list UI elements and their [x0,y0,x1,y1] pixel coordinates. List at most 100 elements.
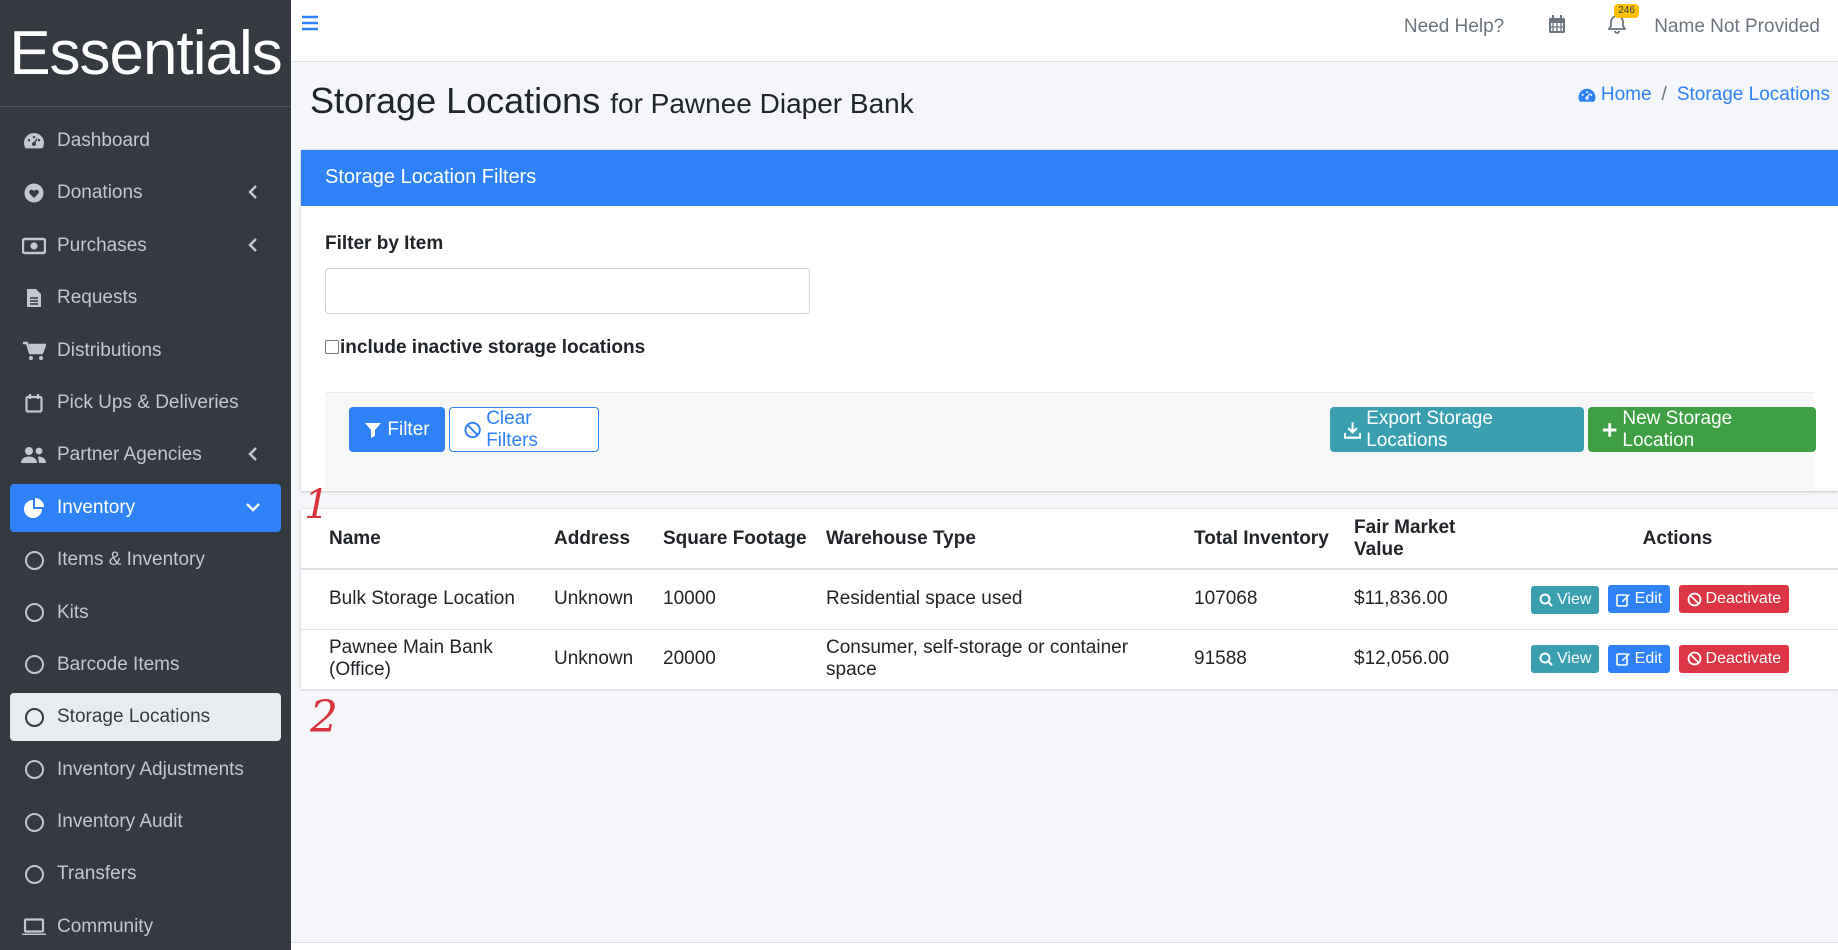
chevron-down-icon [243,497,263,517]
circle-icon [21,548,47,572]
cell-address: Unknown [546,569,655,630]
sidebar-item-items-inventory[interactable]: Items & Inventory [10,536,281,584]
storage-locations-table: Name Address Square Footage Warehouse Ty… [301,509,1838,690]
cell-total-inventory: 107068 [1186,569,1346,630]
export-button-label: Export Storage Locations [1366,407,1493,451]
cell-total-inventory: 91588 [1186,629,1346,690]
view-button[interactable]: View [1531,585,1600,614]
filter-card-header: Storage Location Filters [301,150,1838,206]
sidebar-item-label: Kits [57,601,89,623]
col-square-footage: Square Footage [655,509,818,570]
cell-address: Unknown [546,629,655,690]
sidebar-item-label: Requests [57,287,138,309]
brand-logo[interactable]: Essentials [0,0,291,107]
cell-warehouse-type: Residential space used [818,569,1186,630]
circle-icon [21,601,47,625]
search-icon [1539,652,1553,667]
edit-icon [1615,653,1630,667]
filter-by-item-label: Filter by Item [325,233,444,254]
sidebar-item-inventory-adjustments[interactable]: Inventory Adjustments [10,746,281,794]
sidebar-item-barcode-items[interactable]: Barcode Items [10,641,281,689]
sidebar-item-transfers[interactable]: Transfers [10,850,281,898]
sidebar-item-requests[interactable]: Requests [10,274,281,322]
edit-icon [1615,593,1630,607]
edit-label: Edit [1634,649,1663,667]
col-fair-market-value: Fair Market Value [1346,509,1517,570]
circle-icon [21,862,47,886]
sidebar-item-storage-locations[interactable]: Storage Locations [10,693,281,742]
notifications-bell-icon[interactable]: 246 [1607,4,1639,40]
footer [291,942,1838,950]
filter-by-item-input[interactable] [325,268,810,314]
sidebar-item-kits[interactable]: Kits [10,589,281,637]
filter-button[interactable]: Filter [349,407,445,452]
need-help-link[interactable]: Need Help? [1404,16,1504,38]
deactivate-button[interactable]: Deactivate [1678,585,1790,613]
sidebar-item-label: Inventory [57,496,136,518]
filter-button-label: Filter [387,418,430,440]
breadcrumb-separator: / [1661,84,1667,105]
include-inactive-checkbox[interactable] [325,339,339,354]
breadcrumb-home-link[interactable]: Home [1601,84,1652,106]
calendar-icon [21,391,47,415]
sidebar-item-label: Storage Locations [57,706,211,728]
sidebar-item-label: Donations [57,182,143,204]
edit-button[interactable]: Edit [1607,644,1671,673]
calendar-icon[interactable] [1548,14,1566,40]
cart-icon [21,339,47,363]
sidebar-item-distributions[interactable]: Distributions [10,327,281,375]
users-icon [21,443,47,467]
cell-square-footage: 20000 [655,629,818,690]
view-label: View [1557,590,1592,608]
sidebar-item-label: Purchases [57,234,147,256]
cell-fair-market-value: $12,056.00 [1346,629,1517,690]
hamburger-menu-icon[interactable] [301,14,325,38]
sidebar-item-donations[interactable]: Donations [10,169,281,217]
view-button[interactable]: View [1531,645,1600,674]
brand-text: Essentials [9,18,283,88]
sidebar-item-dashboard[interactable]: Dashboard [10,117,281,165]
page-title: Storage Locations for Pawnee Diaper Bank [310,80,914,122]
cell-actions: View Edit Deactivate [1517,569,1838,630]
sidebar-item-inventory-audit[interactable]: Inventory Audit [10,798,281,846]
ban-icon [1687,651,1701,666]
circle-icon [21,653,47,677]
export-storage-locations-button[interactable]: Export Storage Locations [1330,407,1584,452]
home-dashboard-icon [1577,87,1597,104]
new-storage-location-button[interactable]: New Storage Location [1588,407,1816,452]
sidebar-item-community[interactable]: Community [10,903,281,950]
sidebar-item-label: Partner Agencies [57,444,202,466]
sidebar-item-label: Transfers [57,863,137,885]
sidebar-item-inventory[interactable]: Inventory [10,483,281,532]
sidebar-item-label: Dashboard [57,130,150,151]
include-inactive-row[interactable]: include inactive storage locations [325,337,645,359]
sidebar-item-purchases[interactable]: Purchases [10,222,281,270]
deactivate-label: Deactivate [1705,649,1782,667]
cell-fair-market-value: $11,836.00 [1346,569,1517,630]
breadcrumb-current[interactable]: Storage Locations [1677,84,1830,106]
ban-icon [464,421,481,438]
sidebar-item-pickups[interactable]: Pick Ups & Deliveries [10,379,281,427]
download-icon [1344,421,1362,439]
chevron-left-icon [243,182,263,202]
pie-icon [21,496,47,520]
clear-filters-button[interactable]: Clear Filters [449,407,599,452]
storage-locations-table-card: Name Address Square Footage Warehouse Ty… [301,509,1838,690]
topbar: Need Help? 246 Name Not Provided [291,0,1838,62]
heart-icon [21,181,47,205]
user-menu[interactable]: Name Not Provided [1654,16,1820,38]
dashboard-icon [21,129,47,153]
sidebar-item-label: Inventory Adjustments [57,758,244,780]
sidebar-item-label: Pick Ups & Deliveries [57,391,239,413]
laptop-icon [21,915,47,939]
money-icon [21,234,47,258]
circle-icon [21,810,47,834]
deactivate-button[interactable]: Deactivate [1678,644,1790,673]
sidebar: Essentials Dashboard Donations Purchases… [0,0,291,950]
circle-icon [21,705,47,729]
col-actions: Actions [1517,509,1838,570]
deactivate-label: Deactivate [1705,590,1782,607]
sidebar-item-partner-agencies[interactable]: Partner Agencies [10,431,281,479]
breadcrumb: Home / Storage Locations [1577,84,1830,106]
edit-button[interactable]: Edit [1607,585,1671,613]
